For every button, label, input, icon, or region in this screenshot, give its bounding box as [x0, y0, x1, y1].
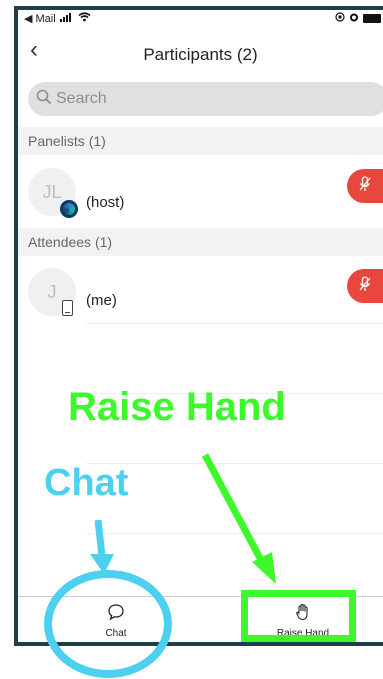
- raise-hand-arrow: [201, 453, 266, 564]
- raise-hand-annotation: Raise Hand: [68, 385, 286, 429]
- raise-hand-highlight-box: [241, 590, 356, 642]
- annotation-arrows: [90, 453, 276, 584]
- chat-annotation: Chat: [44, 462, 129, 504]
- chat-arrow: [94, 519, 106, 557]
- chat-highlight-circle: [44, 570, 172, 678]
